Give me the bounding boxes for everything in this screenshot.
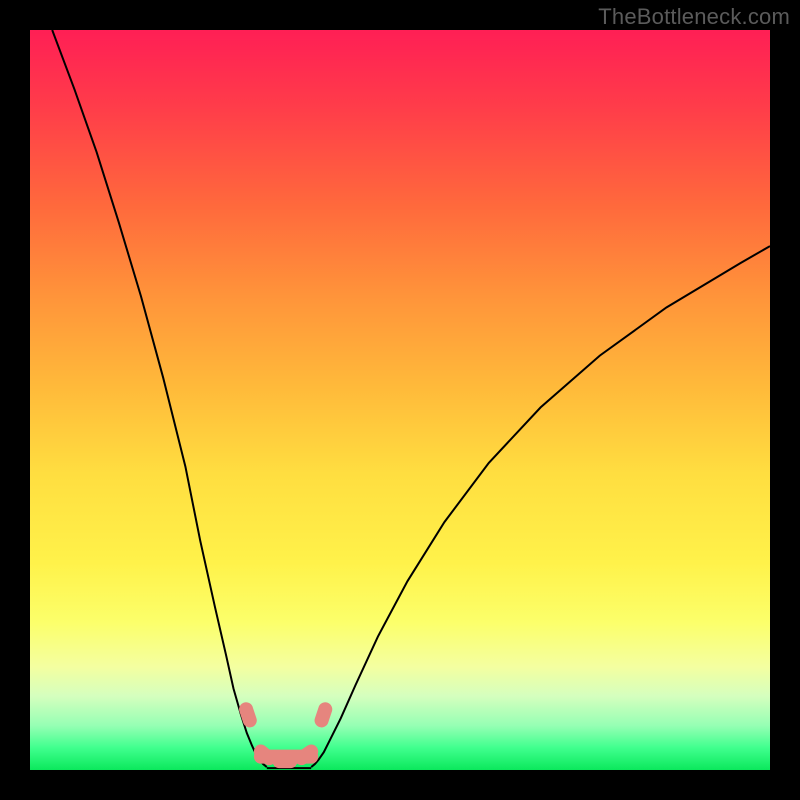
plot-area: [30, 30, 770, 770]
watermark-text: TheBottleneck.com: [598, 4, 790, 30]
chart-frame: TheBottleneck.com: [0, 0, 800, 800]
curve-right: [311, 246, 770, 767]
chart-overlay: [30, 30, 770, 770]
curve-left: [52, 30, 267, 767]
valley-marker-layer: [246, 709, 325, 761]
curve-layer: [52, 30, 770, 768]
